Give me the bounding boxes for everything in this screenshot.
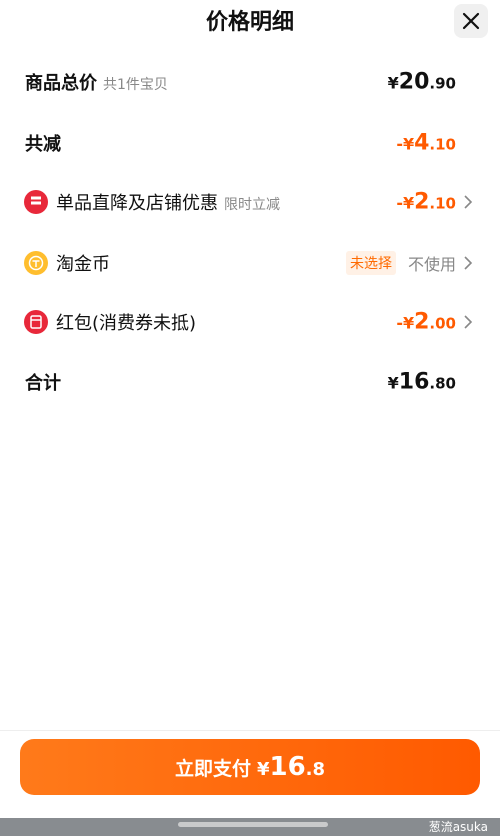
subtotal-count: 共1件宝贝 bbox=[103, 77, 168, 93]
redpacket-dec: .00 bbox=[429, 314, 456, 333]
redpacket-int: 2 bbox=[414, 309, 430, 335]
promo-currency: -¥ bbox=[396, 193, 415, 213]
total-currency: ¥ bbox=[387, 373, 399, 393]
subtotal-currency: ¥ bbox=[387, 73, 399, 93]
subtotal-row: 商品总价 共1件宝贝 ¥20.90 bbox=[0, 62, 500, 102]
coins-label: 淘金币 bbox=[56, 254, 110, 275]
total-row: 合计 ¥16.80 bbox=[0, 362, 500, 402]
discount-amount: -¥4.10 bbox=[396, 131, 456, 156]
promo-icon bbox=[24, 190, 48, 214]
discount-int: 4 bbox=[414, 130, 430, 156]
subtotal-label: 商品总价 bbox=[25, 73, 97, 94]
promo-label: 单品直降及店铺优惠 bbox=[56, 193, 218, 214]
chevron-right-icon bbox=[464, 256, 473, 270]
discount-dec: .10 bbox=[429, 135, 456, 154]
promo-dec: .10 bbox=[429, 194, 456, 213]
pay-label: 立即支付 bbox=[174, 758, 251, 780]
redpacket-currency: -¥ bbox=[396, 313, 415, 333]
pay-int: 16 bbox=[269, 752, 306, 782]
promo-sub: 限时立减 bbox=[224, 197, 280, 213]
home-indicator[interactable] bbox=[178, 822, 328, 827]
pay-currency: ¥ bbox=[256, 759, 270, 780]
subtotal-amount: ¥20.90 bbox=[388, 70, 456, 95]
unselected-badge: 未选择 bbox=[346, 251, 396, 275]
watermark: 葱流asuka bbox=[428, 820, 488, 834]
promo-label-wrap: 单品直降及店铺优惠 限时立减 bbox=[56, 189, 280, 215]
promo-int: 2 bbox=[414, 189, 430, 215]
bottom-bar: 葱流asuka bbox=[0, 818, 500, 836]
close-button[interactable] bbox=[454, 4, 488, 38]
promo-amount: -¥2.10 bbox=[396, 190, 456, 215]
subtotal-dec: .90 bbox=[429, 74, 456, 93]
header: 价格明细 bbox=[0, 0, 500, 44]
discount-label: 共减 bbox=[25, 134, 61, 155]
pay-now-button[interactable]: 立即支付 ¥16.8 bbox=[20, 739, 480, 795]
discount-row: 共减 -¥4.10 bbox=[0, 123, 500, 163]
promo-icon-glyph bbox=[30, 196, 42, 209]
promo-row[interactable]: 单品直降及店铺优惠 限时立减 -¥2.10 bbox=[0, 182, 500, 222]
total-label: 合计 bbox=[25, 373, 61, 394]
chevron-right-icon bbox=[464, 315, 473, 329]
total-int: 16 bbox=[398, 369, 430, 395]
pay-button-text: 立即支付 ¥16.8 bbox=[20, 752, 480, 782]
subtotal-int: 20 bbox=[398, 69, 430, 95]
total-dec: .80 bbox=[429, 374, 456, 393]
coins-option: 不使用 bbox=[407, 255, 456, 274]
chevron-right-icon bbox=[464, 195, 473, 209]
close-icon bbox=[462, 12, 480, 30]
redpacket-icon bbox=[24, 310, 48, 334]
total-amount: ¥16.80 bbox=[388, 370, 456, 395]
pay-dec: .8 bbox=[305, 759, 326, 780]
coin-icon bbox=[24, 251, 48, 275]
redpacket-amount: -¥2.00 bbox=[396, 310, 456, 335]
footer: 立即支付 ¥16.8 bbox=[0, 730, 500, 819]
redpacket-label: 红包(消费券未抵) bbox=[56, 313, 197, 334]
coins-row[interactable]: 淘金币 未选择 不使用 bbox=[0, 243, 500, 283]
subtotal-label-wrap: 商品总价 共1件宝贝 bbox=[25, 69, 168, 95]
discount-currency: -¥ bbox=[396, 134, 415, 154]
page-title: 价格明细 bbox=[205, 10, 294, 35]
redpacket-row[interactable]: 红包(消费券未抵) -¥2.00 bbox=[0, 302, 500, 342]
